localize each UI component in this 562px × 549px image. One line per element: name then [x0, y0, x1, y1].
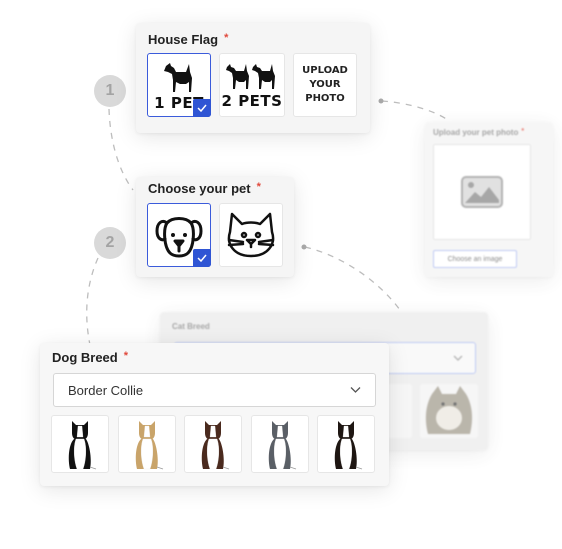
border-collie-icon	[201, 421, 230, 470]
image-placeholder-icon	[461, 176, 503, 208]
choose-pet-card: Choose your pet *	[136, 177, 294, 277]
dog-breed-selected-value: Border Collie	[68, 382, 144, 398]
choose-pet-label: Choose your pet	[148, 181, 251, 196]
dog-breed-select[interactable]: Border Collie	[53, 373, 376, 407]
upload-photo-label: Upload your pet photo	[433, 128, 519, 137]
dog-breed-variant-tile[interactable]	[184, 415, 242, 473]
dog-breed-card: Dog Breed * Border Collie	[40, 343, 389, 486]
connector-dot	[378, 98, 384, 104]
checkmark-icon	[197, 254, 207, 262]
option-label-line: PHOTO	[305, 93, 345, 104]
option-label: 2 PETS	[221, 92, 283, 110]
option-label-line: UPLOAD	[302, 65, 348, 76]
required-marker: *	[256, 181, 261, 193]
step-number: 2	[105, 234, 115, 251]
border-collie-icon	[135, 421, 163, 470]
connector-upload-to-photo	[381, 100, 449, 121]
cat-photo-icon	[425, 386, 473, 434]
upload-photo-card: Upload your pet photo * Choose an image	[425, 122, 553, 277]
border-collie-icon	[268, 421, 296, 470]
connector-step2-to-dogbreed	[86, 257, 99, 346]
selected-check-badge	[193, 249, 211, 267]
photo-preview[interactable]	[433, 144, 531, 240]
house-flag-label: House Flag	[148, 32, 219, 47]
step-1-badge: 1	[94, 75, 126, 107]
connector-step1-to-step2	[108, 108, 134, 191]
pet-option-dog[interactable]	[147, 203, 211, 267]
cat-breed-label: Cat Breed	[172, 322, 210, 331]
cat-face-icon	[227, 212, 275, 258]
choose-image-button[interactable]: Choose an image	[433, 250, 517, 268]
dog-breed-variant-tile[interactable]	[51, 415, 109, 473]
checkmark-icon	[197, 104, 207, 112]
dog-breed-variant-tile[interactable]	[250, 415, 309, 473]
step-2-badge: 2	[94, 227, 126, 259]
option-2-pets[interactable]: 2 PETS	[219, 53, 285, 117]
cat-breed-tile[interactable]	[420, 384, 478, 438]
chevron-down-icon	[453, 355, 463, 361]
chevron-down-icon	[350, 387, 361, 393]
dog-breed-variant-tile[interactable]	[317, 415, 375, 473]
border-collie-icon	[334, 421, 363, 470]
required-marker: *	[521, 128, 525, 135]
required-marker: *	[224, 32, 229, 44]
option-label-line: YOUR	[309, 79, 341, 90]
connector-pet-to-breed	[304, 246, 401, 311]
single-dog-icon	[164, 62, 192, 92]
required-marker: *	[123, 350, 129, 362]
house-flag-card: House Flag * 1 PET 2 PETS UPLOAD YOUR PHO…	[136, 23, 370, 133]
border-collie-icon	[68, 421, 97, 470]
dog-breed-label: Dog Breed	[52, 350, 118, 365]
choose-image-label: Choose an image	[447, 255, 503, 263]
connector-dot	[301, 244, 307, 250]
two-dogs-icon	[226, 64, 275, 89]
dog-breed-variant-tile[interactable]	[117, 415, 176, 473]
step-number: 1	[105, 82, 115, 99]
selected-check-badge	[193, 99, 211, 117]
pet-option-cat[interactable]	[219, 203, 283, 267]
option-1-pet[interactable]: 1 PET	[147, 53, 211, 117]
option-upload-photo[interactable]: UPLOAD YOUR PHOTO	[293, 53, 357, 117]
